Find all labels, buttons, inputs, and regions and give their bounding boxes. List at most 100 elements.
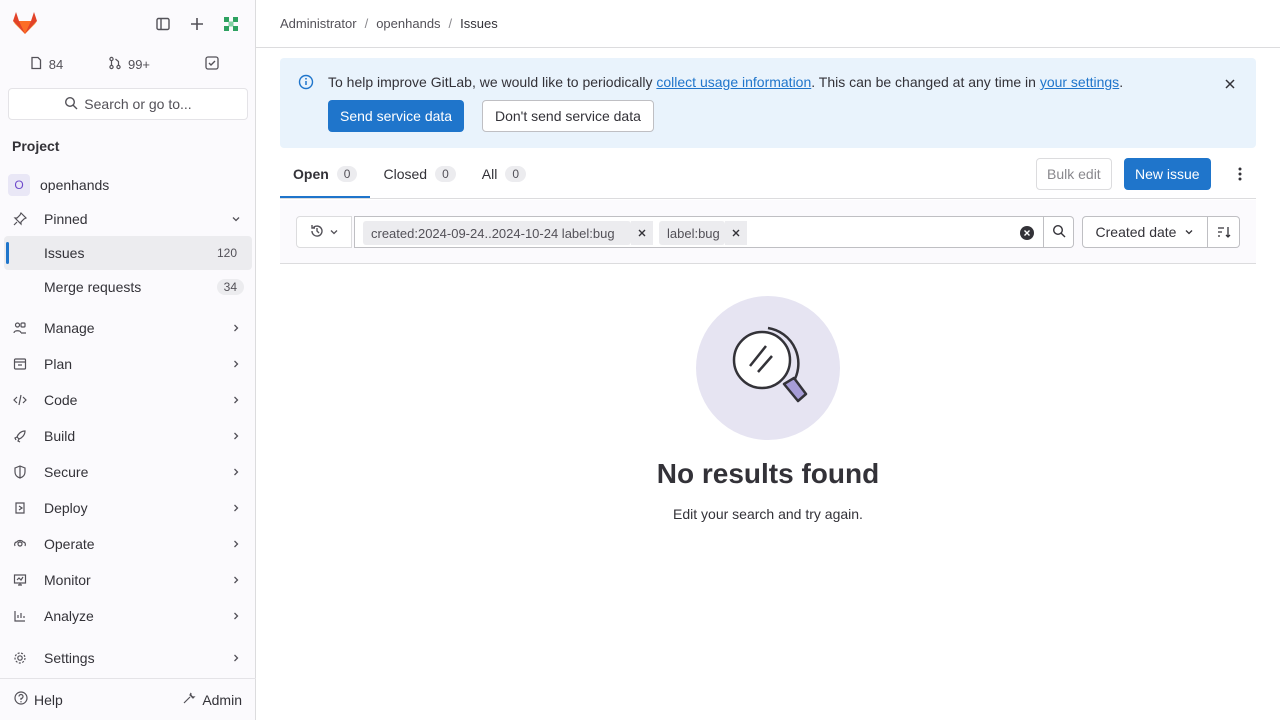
history-icon — [309, 223, 325, 242]
your-settings-link[interactable]: your settings — [1040, 74, 1119, 90]
sidebar-item-project[interactable]: O openhands — [4, 168, 252, 202]
chevron-right-icon — [228, 467, 244, 477]
project-avatar: O — [8, 174, 30, 196]
code-icon — [12, 392, 28, 408]
bulk-edit-button[interactable]: Bulk edit — [1036, 158, 1112, 190]
sidebar-item-merge-requests[interactable]: Merge requests 34 — [4, 270, 252, 304]
chevron-right-icon — [228, 575, 244, 585]
tab-all[interactable]: All 0 — [469, 150, 539, 198]
close-icon[interactable] — [631, 221, 653, 245]
tab-label: Closed — [383, 166, 428, 182]
search-button[interactable]: Search or go to... — [8, 88, 248, 120]
plan-icon — [12, 356, 28, 372]
collect-usage-link[interactable]: collect usage information — [656, 74, 811, 90]
send-service-data-button[interactable]: Send service data — [328, 100, 465, 132]
chevron-down-icon — [228, 214, 244, 224]
sidebar-item-analyze[interactable]: Analyze — [4, 598, 252, 634]
sidebar-item-deploy[interactable]: Deploy — [4, 490, 252, 526]
todos-button[interactable] — [174, 48, 250, 80]
clear-search-icon[interactable] — [1017, 223, 1037, 243]
chevron-right-icon — [228, 503, 244, 513]
sort-direction-icon[interactable] — [1208, 216, 1240, 248]
more-actions-icon[interactable] — [1224, 158, 1256, 190]
sidebar-item-settings[interactable]: Settings — [4, 640, 252, 676]
search-icon — [1052, 224, 1066, 241]
sidebar-item-code[interactable]: Code — [4, 382, 252, 418]
pin-icon — [12, 211, 28, 227]
chart-icon — [12, 608, 28, 624]
sidebar-item-plan[interactable]: Plan — [4, 346, 252, 382]
sidebar-item-monitor[interactable]: Monitor — [4, 562, 252, 598]
search-token-2[interactable]: label:bug — [659, 221, 725, 245]
merge-requests-button[interactable]: 99+ — [90, 48, 168, 80]
search-token-1[interactable]: created:2024-09-24..2024-10-24 label:bug — [363, 221, 631, 245]
sidebar-item-label: Monitor — [44, 572, 91, 588]
chevron-right-icon — [228, 611, 244, 621]
tab-count: 0 — [435, 166, 456, 182]
close-icon[interactable] — [1218, 72, 1242, 96]
rocket-icon — [12, 428, 28, 444]
new-issue-button[interactable]: New issue — [1124, 158, 1211, 190]
breadcrumb-separator: / — [364, 16, 369, 31]
tabs-divider — [280, 198, 1256, 199]
create-new-icon[interactable] — [181, 7, 213, 41]
user-avatar-icon[interactable] — [215, 7, 247, 41]
issues-icon — [29, 56, 43, 73]
sidebar-toggle-icon[interactable] — [147, 7, 179, 41]
chevron-right-icon — [228, 431, 244, 441]
search-submit-button[interactable] — [1044, 216, 1074, 248]
sidebar-item-label: Code — [44, 392, 78, 408]
sort-label: Created date — [1095, 224, 1177, 240]
assigned-issues-button[interactable]: 84 — [8, 48, 84, 80]
chevron-right-icon — [228, 395, 244, 405]
sort-dropdown[interactable]: Created date — [1082, 216, 1208, 248]
usage-data-banner: To help improve GitLab, we would like to… — [280, 58, 1256, 148]
sidebar-item-manage[interactable]: Manage — [4, 310, 252, 346]
users-icon — [12, 320, 28, 336]
sidebar-item-label: Merge requests — [44, 279, 142, 295]
breadcrumb: Administrator / openhands / Issues — [256, 0, 1280, 48]
tab-open[interactable]: Open 0 — [280, 150, 371, 198]
merge-requests-badge: 34 — [216, 279, 244, 295]
tab-count: 0 — [505, 166, 526, 182]
empty-state: No results found Edit your search and tr… — [280, 296, 1256, 522]
sidebar-section-title: Project — [12, 138, 60, 154]
todo-checkbox-icon — [204, 55, 220, 74]
tab-closed[interactable]: Closed 0 — [370, 150, 468, 198]
monitor-icon — [12, 572, 28, 588]
sidebar-item-secure[interactable]: Secure — [4, 454, 252, 490]
gitlab-logo-icon[interactable] — [8, 6, 42, 40]
gear-icon — [12, 650, 28, 666]
breadcrumb-item-administrator[interactable]: Administrator — [280, 16, 357, 31]
recent-searches-button[interactable] — [296, 216, 352, 248]
search-label: Search or go to... — [84, 96, 192, 112]
sidebar-item-issues[interactable]: Issues 120 — [4, 236, 252, 270]
admin-button[interactable]: Admin — [176, 687, 248, 712]
sidebar-item-label: Issues — [44, 245, 85, 261]
merge-request-icon — [108, 56, 122, 73]
sidebar-item-pinned[interactable]: Pinned — [4, 202, 252, 236]
chevron-right-icon — [228, 323, 244, 333]
project-name: openhands — [40, 177, 110, 193]
tab-count: 0 — [336, 166, 358, 182]
help-button[interactable]: Help — [8, 687, 69, 712]
breadcrumb-item-issues[interactable]: Issues — [460, 16, 498, 31]
issue-state-tabs: Open 0 Closed 0 All 0 — [280, 150, 539, 198]
help-label: Help — [34, 691, 63, 708]
wrench-icon — [182, 691, 196, 708]
filtered-search-input[interactable]: created:2024-09-24..2024-10-24 label:bug… — [354, 216, 1044, 248]
sidebar-item-label: Deploy — [44, 500, 88, 516]
banner-message: To help improve GitLab, we would like to… — [328, 74, 1124, 90]
dont-send-service-data-button[interactable]: Don't send service data — [482, 100, 654, 132]
empty-state-title: No results found — [656, 458, 880, 489]
info-icon — [298, 74, 314, 93]
breadcrumb-item-project[interactable]: openhands — [376, 16, 440, 31]
close-icon[interactable] — [725, 221, 747, 245]
sidebar-item-operate[interactable]: Operate — [4, 526, 252, 562]
sidebar-item-build[interactable]: Build — [4, 418, 252, 454]
question-icon — [14, 691, 28, 708]
sidebar-item-label: Manage — [44, 320, 95, 336]
chevron-down-icon — [329, 224, 339, 240]
issues-count: 84 — [48, 56, 64, 72]
sidebar-nav: O openhands Pinned Issues 120 Merge requ… — [4, 168, 252, 676]
